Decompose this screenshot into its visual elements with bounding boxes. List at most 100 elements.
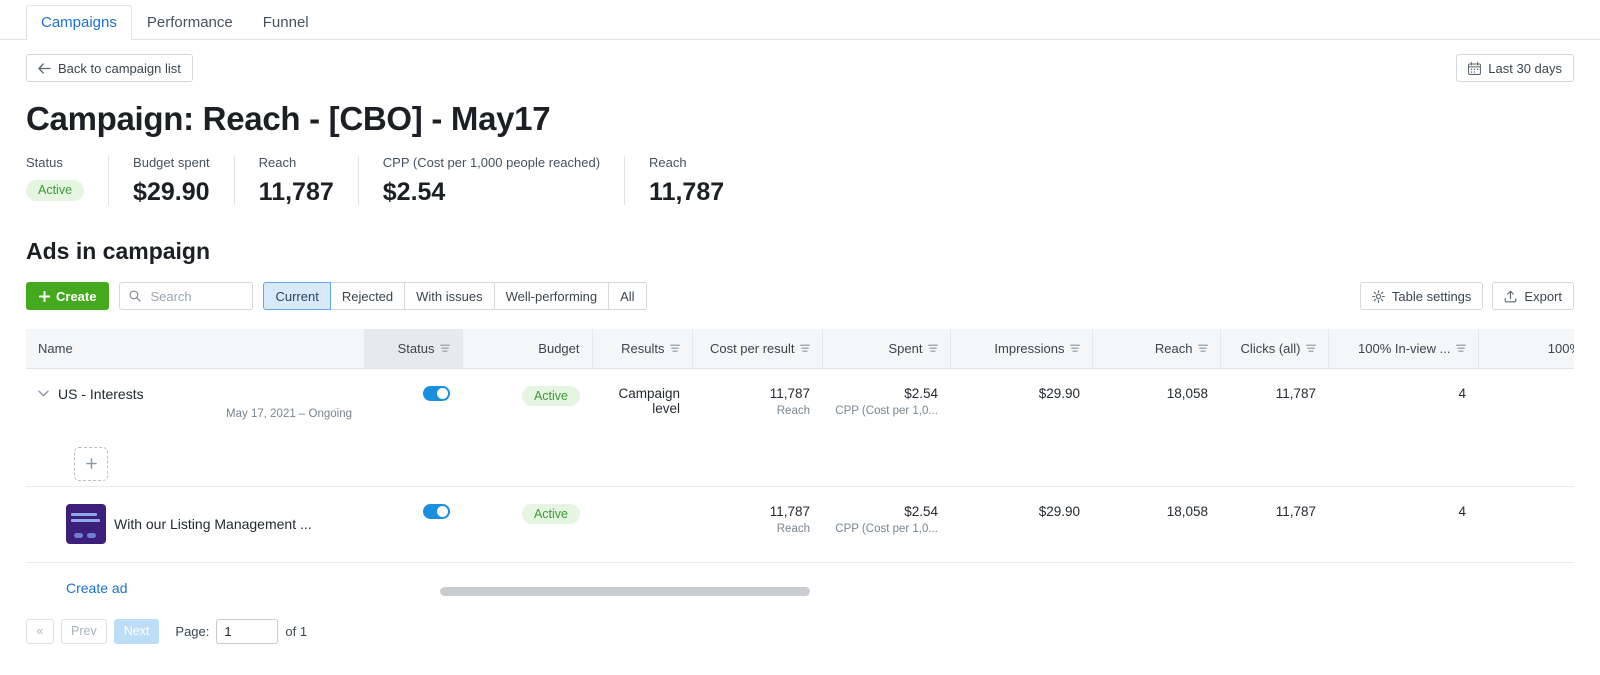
column-header-clicks-all-label: Clicks (all) [1240, 340, 1301, 356]
column-header-status-label: Status [397, 340, 435, 356]
create-button[interactable]: Create [26, 282, 110, 310]
column-header-budget-label: Budget [538, 340, 580, 356]
sort-icon[interactable] [1455, 344, 1466, 353]
kpi-reach-value: 11,787 [258, 178, 334, 206]
cell-results-sub: Reach [776, 404, 810, 417]
cell-toggle [364, 486, 462, 563]
table-row[interactable]: With our Listing Management ... Active 1… [26, 486, 1574, 563]
tab-campaigns[interactable]: Campaigns [26, 5, 132, 40]
adset-enable-toggle[interactable] [423, 386, 450, 402]
cell-results-value: 11,787 [769, 385, 810, 401]
cell-impressions: 18,058 [1092, 368, 1220, 487]
status-badge: Active [26, 180, 85, 201]
search-box[interactable] [119, 282, 254, 310]
cell-reach: 11,787 [1220, 368, 1328, 487]
pagination-prev-button[interactable]: Prev [61, 618, 107, 644]
pagination-next-button[interactable]: Next [113, 618, 160, 644]
ad-thumbnail [66, 503, 106, 544]
plus-icon [85, 458, 97, 469]
horizontal-scrollbar[interactable] [440, 587, 1540, 596]
pagination-total-label: of 1 [285, 623, 308, 639]
pagination-page-input[interactable] [216, 618, 279, 644]
cell-status: Active [462, 486, 592, 563]
cell-clicks-all: 4 [1328, 486, 1478, 563]
back-to-campaign-list-label: Back to campaign list [58, 60, 181, 76]
ad-enable-toggle[interactable] [423, 504, 450, 520]
search-input[interactable] [148, 287, 244, 305]
column-header-name[interactable]: Name [26, 329, 365, 369]
export-button[interactable]: Export [1492, 282, 1574, 310]
status-badge: Active [521, 503, 580, 524]
back-to-campaign-list-button[interactable]: Back to campaign list [26, 54, 193, 82]
sort-icon[interactable] [1305, 344, 1316, 353]
column-header-impressions[interactable]: Impressions [950, 329, 1093, 369]
horizontal-scrollbar-thumb[interactable] [440, 587, 810, 596]
sort-icon[interactable] [927, 344, 938, 353]
ad-name[interactable]: With our Listing Management ... [114, 516, 312, 532]
export-label: Export [1524, 288, 1562, 304]
add-ad-placeholder-button[interactable] [74, 446, 108, 481]
create-ad-link[interactable]: Create ad [66, 580, 127, 596]
adset-schedule: May 17, 2021 – Ongoing [226, 407, 352, 420]
column-header-inview-1[interactable]: 100% In-view ... [1328, 329, 1479, 369]
sort-icon[interactable] [799, 344, 810, 353]
column-header-spent[interactable]: Spent [822, 329, 951, 369]
filter-current[interactable]: Current [263, 282, 331, 310]
column-header-inview-2[interactable]: 100% In [1478, 329, 1574, 369]
column-header-results-label: Results [621, 340, 665, 356]
filter-all[interactable]: All [609, 282, 647, 310]
pagination-page-label: Page: [175, 623, 210, 639]
cell-toggle [364, 368, 462, 487]
sort-icon[interactable] [1197, 344, 1208, 353]
cell-cost-per-result-sub: CPP (Cost per 1,0... [835, 522, 938, 535]
column-header-budget[interactable]: Budget [462, 329, 593, 369]
cell-inview-1: — [1478, 368, 1574, 487]
kpi-reach: Reach 11,787 [233, 156, 358, 206]
cell-reach: 11,787 [1220, 486, 1328, 563]
ads-toolbar: Create Current Rejected With issues Well… [26, 282, 1574, 310]
filter-well-performing[interactable]: Well-performing [494, 282, 610, 310]
cell-cost-per-result-value: $2.54 [904, 503, 938, 519]
table-settings-button[interactable]: Table settings [1359, 282, 1484, 310]
cell-cost-per-result: $2.54 CPP (Cost per 1,0... [822, 486, 950, 563]
page-title: Campaign: Reach - [CBO] - May17 [26, 100, 551, 137]
create-button-label: Create [56, 288, 97, 304]
adset-name[interactable]: US - Interests [58, 386, 144, 402]
ads-toolbar-right: Table settings Export [1359, 282, 1574, 310]
kpi-cpp-value: $2.54 [382, 178, 446, 206]
cell-results: 11,787 Reach [692, 368, 822, 487]
tab-performance[interactable]: Performance [132, 5, 248, 40]
sort-icon[interactable] [439, 344, 450, 353]
cell-cost-per-result-sub: CPP (Cost per 1,0... [835, 404, 938, 417]
table-header-row: Name Status Budget Results Cost per resu… [26, 329, 1574, 369]
top-action-bar: Back to campaign list Last 30 days [0, 40, 1600, 82]
calendar-icon [1468, 61, 1482, 75]
column-header-status[interactable]: Status [364, 329, 463, 369]
cell-results-value: 11,787 [769, 503, 810, 519]
campaign-kpi-strip: Status Active Budget spent $29.90 Reach … [26, 156, 1600, 205]
cell-cost-per-result-value: $2.54 [904, 385, 938, 401]
column-header-results[interactable]: Results [592, 329, 693, 369]
kpi-cpp-label: CPP (Cost per 1,000 people reached) [382, 155, 601, 170]
tab-bar: Campaigns Performance Funnel [0, 0, 1600, 40]
cell-spent: $29.90 [950, 486, 1092, 563]
tab-funnel[interactable]: Funnel [248, 5, 324, 40]
kpi-status: Status Active [26, 156, 108, 205]
cell-name: With our Listing Management ... [26, 486, 364, 563]
cell-cost-per-result: $2.54 CPP (Cost per 1,0... [822, 368, 950, 487]
filter-with-issues[interactable]: With issues [405, 282, 495, 310]
pagination-first-button[interactable]: « [26, 618, 54, 644]
sort-icon[interactable] [1069, 344, 1080, 353]
column-header-spent-label: Spent [888, 340, 923, 356]
table-row[interactable]: US - Interests May 17, 2021 – Ongoing Ac… [26, 368, 1574, 487]
column-header-reach[interactable]: Reach [1092, 329, 1221, 369]
column-header-cost-per-result[interactable]: Cost per result [692, 329, 823, 369]
date-range-button[interactable]: Last 30 days [1456, 54, 1574, 82]
cell-inview-1: — [1478, 486, 1574, 563]
filter-rejected[interactable]: Rejected [330, 282, 406, 310]
kpi-budget-spent-value: $29.90 [133, 178, 210, 206]
sort-icon[interactable] [669, 344, 680, 353]
column-header-clicks-all[interactable]: Clicks (all) [1220, 329, 1329, 369]
expand-collapse-chevron-down-icon[interactable] [38, 390, 50, 397]
cell-clicks-all: 4 [1328, 368, 1478, 487]
